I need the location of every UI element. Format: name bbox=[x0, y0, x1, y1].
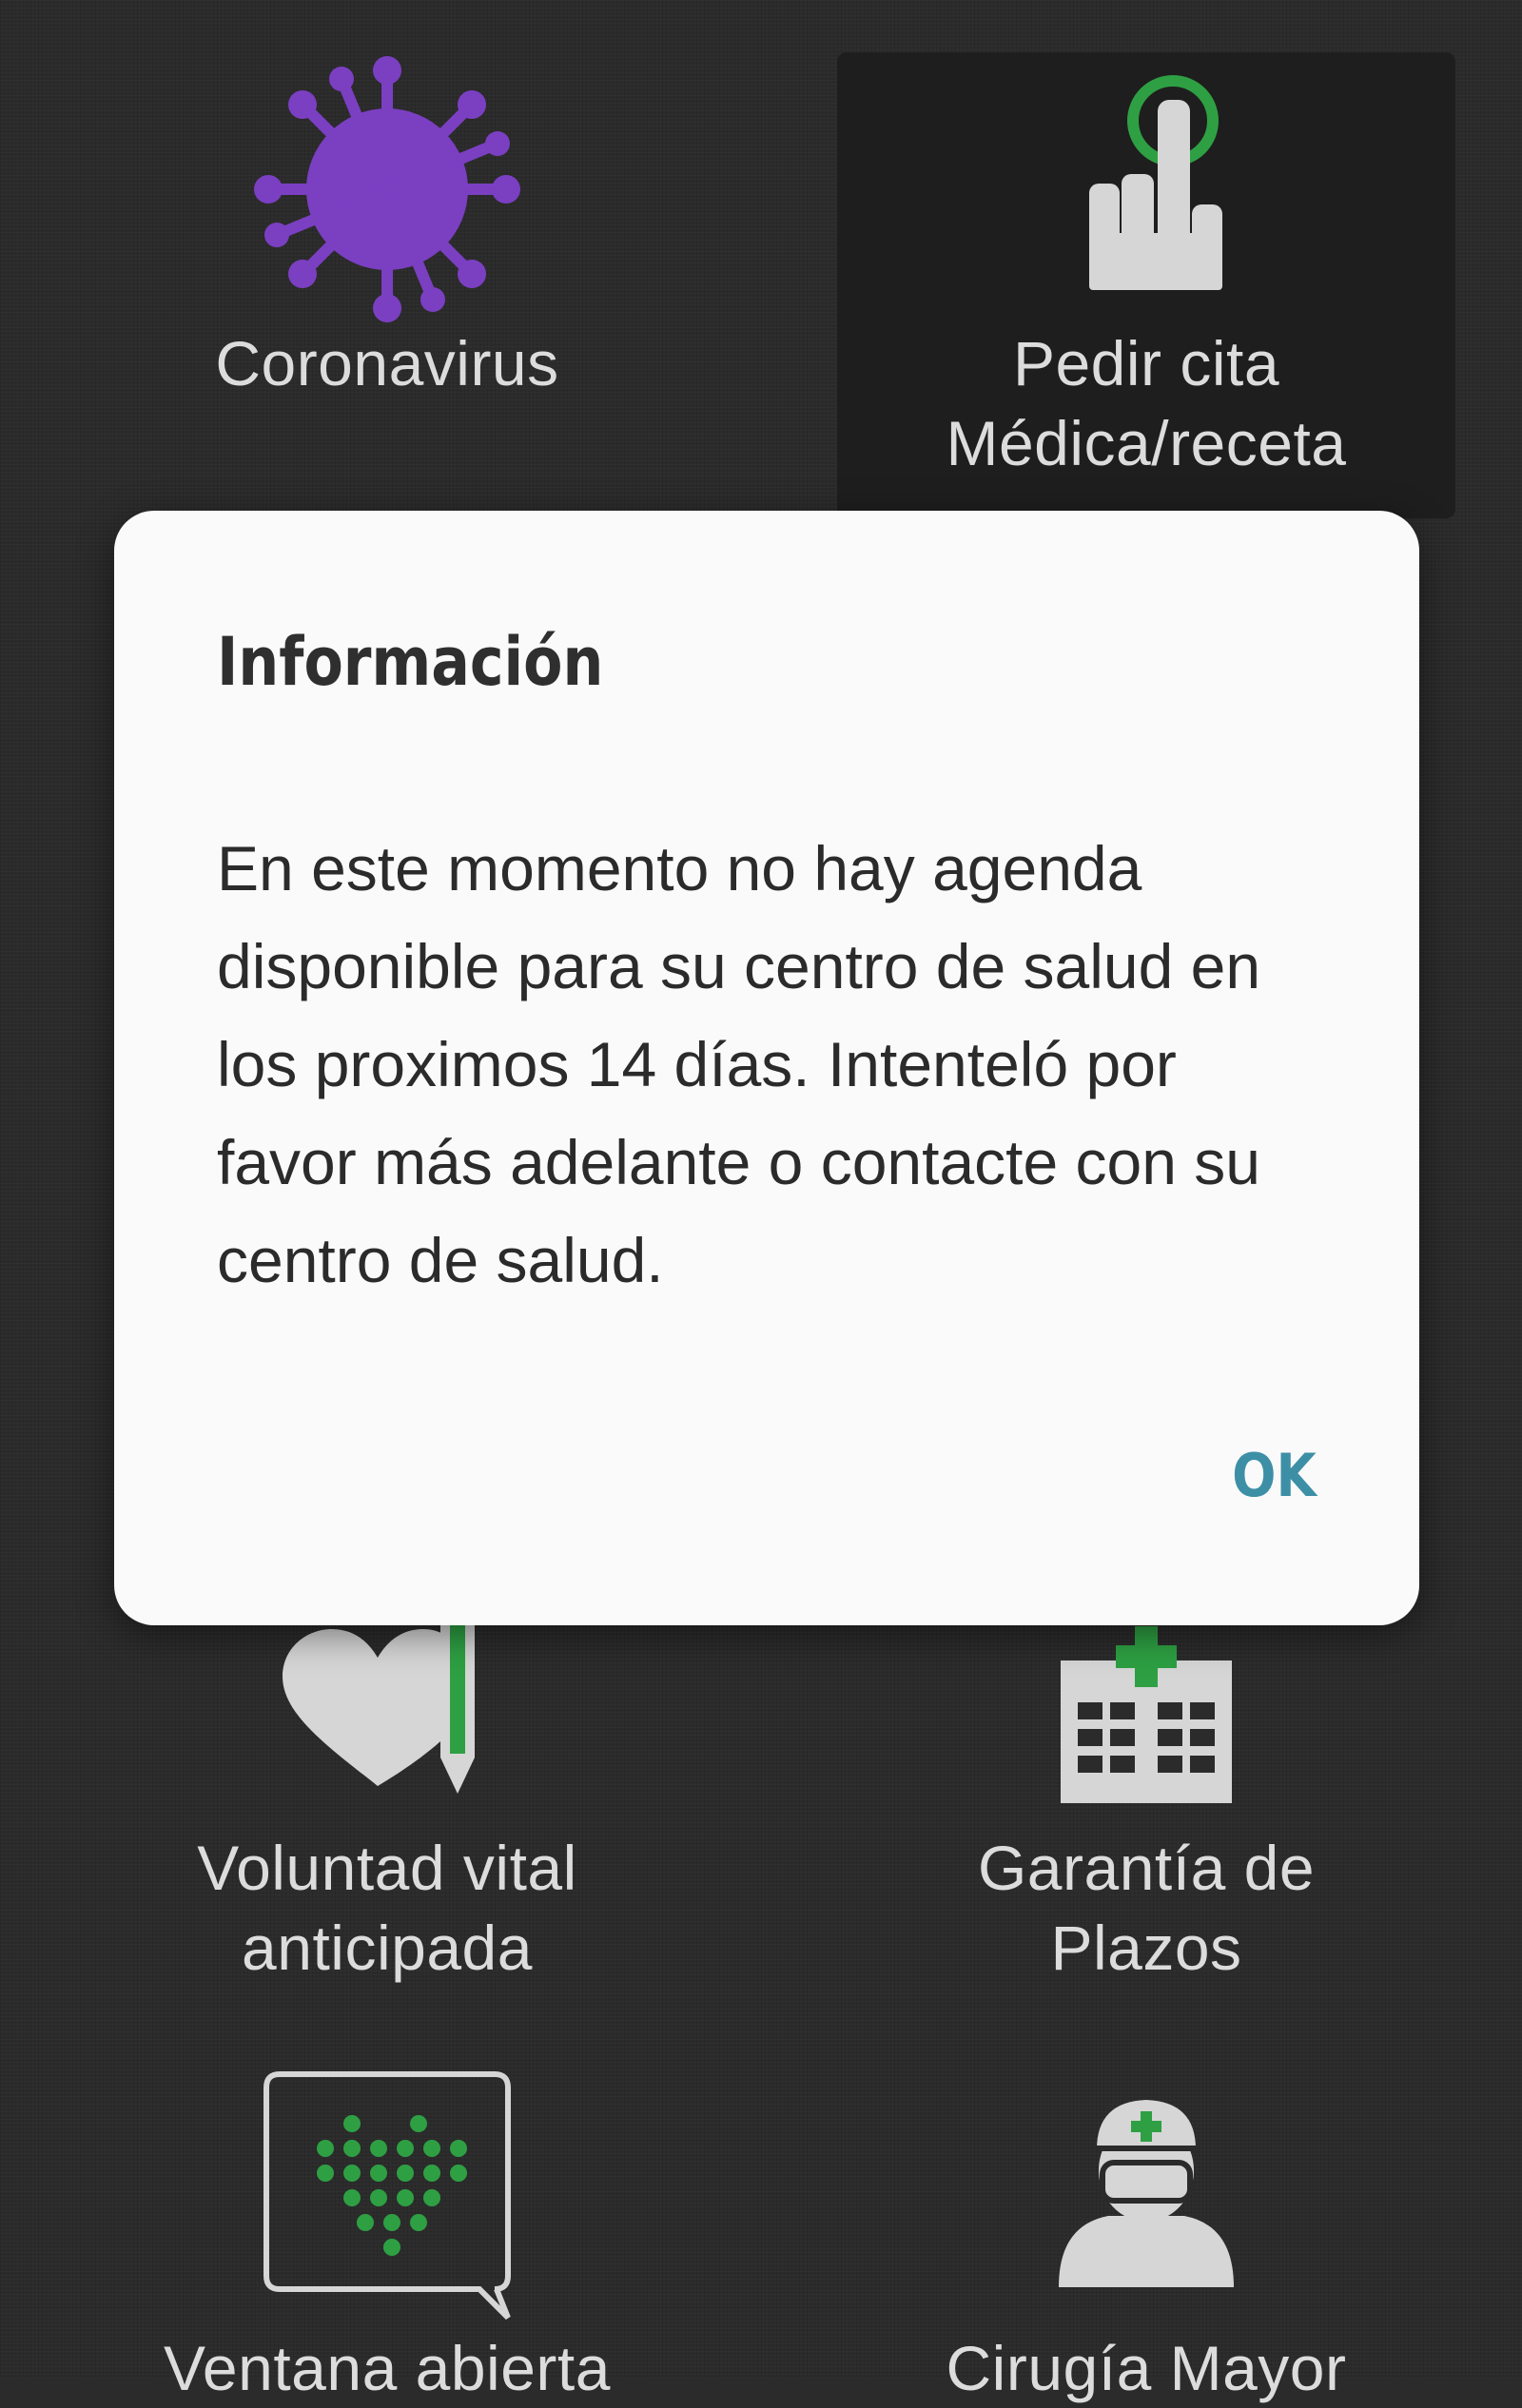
tile-coronavirus[interactable]: Coronavirus bbox=[78, 38, 696, 476]
info-dialog: Información En este momento no hay agend… bbox=[114, 511, 1419, 1625]
tile-label-ventana-abierta: Ventana abierta bbox=[164, 2333, 611, 2403]
tile-garantia-plazos[interactable]: Garantía de Plazos bbox=[837, 1617, 1455, 1997]
surgeon-icon bbox=[1059, 2100, 1234, 2287]
tile-label-voluntad-vital: Voluntad vital anticipada bbox=[197, 1833, 577, 1983]
tile-voluntad-vital[interactable]: Voluntad vital anticipada bbox=[78, 1617, 696, 1997]
tile-label-coronavirus: Coronavirus bbox=[215, 328, 559, 398]
virus-icon bbox=[254, 56, 520, 322]
tile-label-pedir-cita: Pedir cita Médica/receta bbox=[946, 328, 1347, 478]
tile-label-garantia-plazos: Garantía de Plazos bbox=[977, 1833, 1316, 1983]
tap-hand-icon bbox=[1089, 75, 1222, 290]
hospital-icon bbox=[1061, 1626, 1232, 1803]
tile-ventana-abierta[interactable]: Ventana abierta bbox=[78, 2064, 696, 2403]
dialog-title: Información bbox=[217, 623, 604, 701]
ok-button[interactable]: OK bbox=[1232, 1441, 1317, 1510]
dialog-message: En este momento no hay agenda disponible… bbox=[217, 833, 1261, 1295]
heart-pen-icon bbox=[283, 1624, 475, 1794]
tile-cirugia-mayor[interactable]: Cirugía Mayor bbox=[837, 2064, 1455, 2403]
chat-heart-icon bbox=[263, 2071, 511, 2321]
tile-label-cirugia-mayor: Cirugía Mayor bbox=[946, 2333, 1347, 2403]
tile-pedir-cita[interactable]: Pedir cita Médica/receta bbox=[837, 52, 1455, 518]
